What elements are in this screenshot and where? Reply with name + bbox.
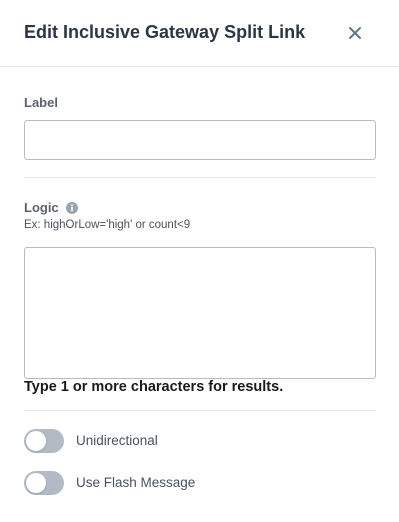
info-icon[interactable] bbox=[66, 202, 78, 214]
divider bbox=[24, 410, 376, 411]
flash-message-toggle-row[interactable]: Use Flash Message bbox=[24, 471, 324, 495]
close-button[interactable] bbox=[344, 22, 366, 44]
unidirectional-toggle-row[interactable]: Unidirectional bbox=[24, 429, 324, 453]
label-input[interactable] bbox=[24, 120, 376, 160]
flash-message-toggle[interactable] bbox=[24, 471, 64, 495]
panel-header: Edit Inclusive Gateway Split Link bbox=[0, 0, 399, 67]
divider bbox=[24, 177, 376, 178]
toggle-knob bbox=[26, 473, 46, 493]
flash-message-label: Use Flash Message bbox=[76, 475, 196, 490]
panel-title: Edit Inclusive Gateway Split Link bbox=[24, 22, 306, 42]
label-field-label: Label bbox=[24, 95, 58, 110]
toggle-knob bbox=[26, 431, 46, 451]
logic-field-label: Logic bbox=[24, 200, 59, 215]
unidirectional-toggle[interactable] bbox=[24, 429, 64, 453]
logic-helper-text: Ex: highOrLow='high' or count<9 bbox=[24, 219, 191, 231]
unidirectional-label: Unidirectional bbox=[76, 433, 158, 448]
close-icon bbox=[349, 27, 361, 39]
search-hint: Type 1 or more characters for results. bbox=[24, 379, 284, 395]
logic-textarea[interactable] bbox=[24, 247, 376, 379]
edit-link-panel: Edit Inclusive Gateway Split Link Label … bbox=[0, 0, 399, 522]
